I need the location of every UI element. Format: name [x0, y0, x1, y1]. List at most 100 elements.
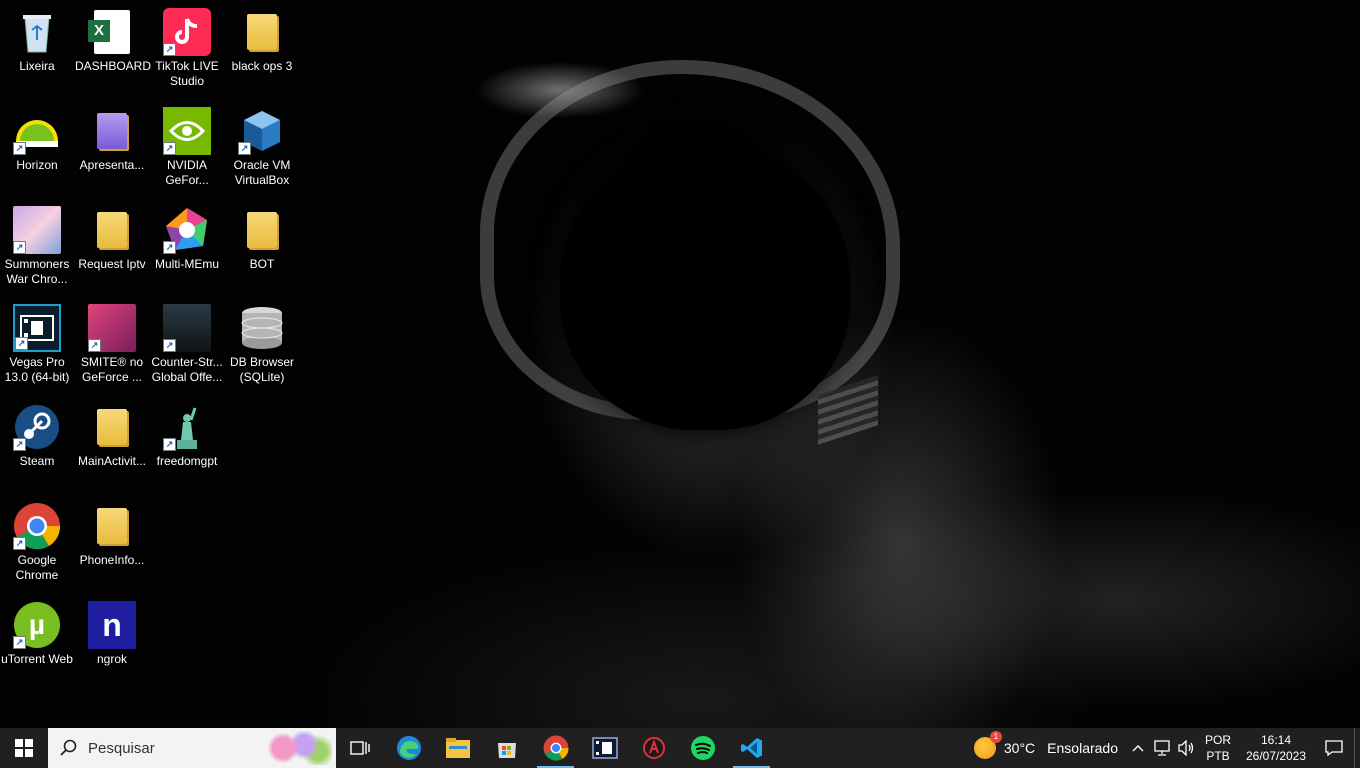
desktop-icon-counter-strike[interactable]: ↗ Counter-Str... Global Offe... [150, 304, 224, 385]
weather-description: Ensolarado [1047, 740, 1118, 756]
database-icon [238, 304, 286, 352]
shortcut-arrow-icon: ↗ [13, 142, 26, 155]
vscode-icon [740, 738, 762, 758]
shortcut-arrow-icon: ↗ [163, 43, 176, 56]
shortcut-arrow-icon: ↗ [163, 241, 176, 254]
start-button[interactable] [0, 728, 48, 768]
windows-logo-icon [15, 739, 33, 757]
notification-icon [1325, 740, 1343, 756]
volume-button[interactable] [1174, 728, 1198, 768]
taskbar-microsoft-store[interactable] [482, 728, 531, 768]
virtualbox-icon: ↗ [238, 107, 286, 155]
search-box[interactable]: Pesquisar [48, 728, 336, 768]
desktop-icon-request-iptv[interactable]: Request Iptv [75, 206, 149, 272]
weather-badge: 1 [989, 731, 1002, 743]
vegas-pro-icon: ↗ [13, 304, 61, 352]
desktop-icon-mainactivity[interactable]: MainActivit... [75, 403, 149, 469]
task-view-button[interactable] [336, 728, 384, 768]
language-code: POR [1204, 733, 1231, 747]
action-center-button[interactable] [1314, 728, 1354, 768]
network-ethernet-icon [1154, 740, 1170, 756]
desktop-icon-freedomgpt[interactable]: ↗ freedomgpt [150, 403, 224, 469]
shortcut-arrow-icon: ↗ [163, 339, 176, 352]
desktop-icon-apresentacao[interactable]: Apresenta... [75, 107, 149, 173]
shortcut-arrow-icon: ↗ [15, 337, 28, 350]
spotify-icon [690, 736, 715, 760]
summoners-war-icon: ↗ [13, 206, 61, 254]
taskbar-chrome[interactable] [531, 728, 580, 768]
file-explorer-icon [445, 738, 470, 758]
folder-icon [88, 206, 136, 254]
shortcut-arrow-icon: ↗ [13, 537, 26, 550]
taskbar: Pesquisar 1 30°C Ensolarado POR PTB 16:1… [0, 728, 1360, 768]
shortcut-arrow-icon: ↗ [13, 636, 26, 649]
desktop-icon-ngrok[interactable]: n ngrok [75, 601, 149, 667]
desktop-icon-recycle-bin[interactable]: Lixeira [0, 8, 74, 74]
red-a-app-icon [642, 737, 665, 759]
horizon-icon: ↗ [13, 107, 61, 155]
clock-date: 26/07/2023 [1245, 749, 1307, 763]
taskbar-spotify[interactable] [678, 728, 727, 768]
desktop-icon-bot[interactable]: BOT [225, 206, 299, 272]
desktop-icon-steam[interactable]: ↗ Steam [0, 403, 74, 469]
shortcut-arrow-icon: ↗ [163, 438, 176, 451]
desktop-icon-smite[interactable]: ↗ SMITE® no GeForce ... [75, 304, 149, 385]
show-hidden-icons-button[interactable] [1126, 728, 1150, 768]
chrome-icon: ↗ [13, 502, 61, 550]
desktop-icon-multi-memu[interactable]: ↗ Multi-MEmu [150, 206, 224, 272]
smite-icon: ↗ [88, 304, 136, 352]
nvidia-icon: ↗ [163, 107, 211, 155]
taskbar-app-a[interactable] [629, 728, 678, 768]
folder-icon [88, 403, 136, 451]
memu-icon: ↗ [163, 206, 211, 254]
weather-temperature: 30°C [1003, 740, 1036, 756]
shortcut-arrow-icon: ↗ [88, 339, 101, 352]
desktop-icon-nvidia-geforce[interactable]: ↗ NVIDIA GeFor... [150, 107, 224, 188]
shortcut-arrow-icon: ↗ [13, 438, 26, 451]
search-highlight-flowers-icon [262, 731, 332, 765]
desktop-icon-google-chrome[interactable]: ↗ Google Chrome [0, 502, 74, 583]
desktop-icon-db-browser-sqlite[interactable]: DB Browser (SQLite) [225, 304, 299, 385]
clock-time: 16:14 [1260, 733, 1292, 747]
desktop-icon-tiktok-live-studio[interactable]: ↗ TikTok LIVE Studio [150, 8, 224, 89]
search-icon [60, 739, 77, 756]
show-desktop-button[interactable] [1354, 728, 1360, 768]
folder-icon [238, 206, 286, 254]
astronaut-visor [560, 150, 850, 430]
steam-icon: ↗ [13, 403, 61, 451]
network-button[interactable] [1150, 728, 1174, 768]
desktop-icon-horizon[interactable]: ↗ Horizon [0, 107, 74, 173]
taskbar-edge[interactable] [384, 728, 433, 768]
statue-of-liberty-icon: ↗ [163, 403, 211, 451]
vegas-pro-icon [591, 737, 618, 759]
desktop-icon-black-ops-3[interactable]: black ops 3 [225, 8, 299, 74]
shortcut-arrow-icon: ↗ [13, 241, 26, 254]
taskbar-vscode[interactable] [727, 728, 776, 768]
taskbar-file-explorer[interactable] [433, 728, 482, 768]
tiktok-live-icon: ↗ [163, 8, 211, 56]
desktop-icon-utorrent-web[interactable]: µ ↗ uTorrent Web [0, 601, 74, 667]
recycle-bin-icon [13, 8, 61, 56]
weather-widget[interactable]: 1 30°C Ensolarado [966, 728, 1126, 768]
keyboard-layout: PTB [1206, 749, 1230, 763]
shortcut-arrow-icon: ↗ [238, 142, 251, 155]
shortcut-arrow-icon: ↗ [163, 142, 176, 155]
desktop-icon-vegas-pro[interactable]: ↗ Vegas Pro 13.0 (64-bit) [0, 304, 74, 385]
excel-file-icon: X [88, 8, 136, 56]
sun-weather-icon: 1 [973, 731, 1002, 759]
folder-icon [88, 107, 136, 155]
utorrent-icon: µ ↗ [13, 601, 61, 649]
counter-strike-icon: ↗ [163, 304, 211, 352]
desktop-icon-phoneinfo[interactable]: PhoneInfo... [75, 502, 149, 568]
desktop-icon-summoners-war[interactable]: ↗ Summoners War Chro... [0, 206, 74, 287]
clock[interactable]: 16:14 26/07/2023 [1238, 728, 1314, 768]
desktop-icon-dashboard[interactable]: X DASHBOARD [75, 8, 151, 74]
input-language-indicator[interactable]: POR PTB [1198, 728, 1238, 768]
chrome-icon [543, 735, 568, 761]
desktop-icon-oracle-vm-virtualbox[interactable]: ↗ Oracle VM VirtualBox [225, 107, 299, 188]
taskbar-vegas-pro[interactable] [580, 728, 629, 768]
svg-text:µ: µ [29, 609, 45, 640]
edge-icon [396, 736, 421, 760]
search-placeholder: Pesquisar [88, 739, 155, 757]
speaker-icon [1178, 740, 1194, 756]
